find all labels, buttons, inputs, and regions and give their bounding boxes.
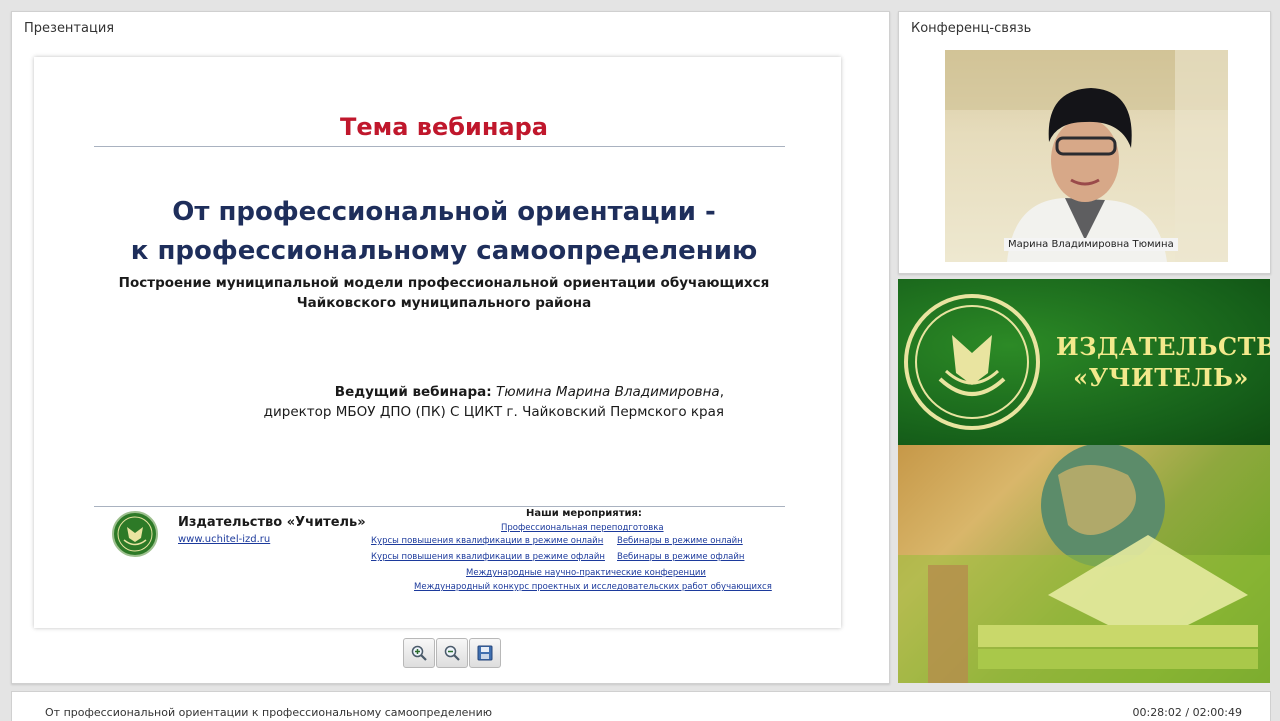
host-label: Ведущий вебинара: <box>334 384 492 400</box>
slide-host: Ведущий вебинара: Тюмина Марина Владимир… <box>263 384 724 420</box>
event-link-webinars-online[interactable]: Вебинары в режиме онлайн <box>617 536 743 546</box>
slide-subtitle: Построение муниципальной модели професси… <box>34 273 854 313</box>
save-button[interactable] <box>469 638 501 668</box>
save-icon <box>477 645 493 661</box>
speaker-name-tag: Марина Владимировна Тюмина <box>1004 238 1178 251</box>
publisher-banner-top: ИЗДАТЕЛЬСТВО «УЧИТЕЛЬ» <box>898 279 1270 445</box>
publisher-name: Издательство «Учитель» <box>178 515 366 530</box>
zoom-in-button[interactable] <box>403 638 435 668</box>
host-position: директор МБОУ ДПО (ПК) С ЦИКТ г. Чайковс… <box>263 404 724 420</box>
events-heading: Наши мероприятия: <box>526 508 642 519</box>
conference-panel-title: Конференц-связь <box>911 21 1032 36</box>
publisher-logo-icon <box>112 511 158 557</box>
event-link-courses-online[interactable]: Курсы повышения квалификации в режиме он… <box>371 536 603 546</box>
host-name: Тюмина Марина Владимировна <box>495 384 720 400</box>
event-link-webinars-offline[interactable]: Вебинары в режиме офлайн <box>617 552 744 562</box>
slide-title-line1: От профессиональной ориентации - <box>172 197 716 227</box>
publisher-banner-photo <box>898 443 1270 683</box>
speaker-video: Марина Владимировна Тюмина <box>945 50 1228 262</box>
zoom-out-icon <box>444 645 460 661</box>
zoom-out-button[interactable] <box>436 638 468 668</box>
publisher-banner-line2: «УЧИТЕЛЬ» <box>1073 363 1249 392</box>
zoom-in-icon <box>411 645 427 661</box>
slide-subtitle-line2: Чайковского муниципального района <box>296 295 592 311</box>
conference-panel: Конференц-связь Марина Владимировна Тюми… <box>898 11 1271 274</box>
status-bar: От профессиональной ориентации к професс… <box>11 691 1271 721</box>
speaker-figure-icon <box>945 50 1228 262</box>
status-webinar-title: От профессиональной ориентации к професс… <box>45 706 493 719</box>
event-link-contest[interactable]: Международный конкурс проектных и исслед… <box>414 582 772 592</box>
slide-title-line2: к профессиональному самоопределению <box>130 236 758 266</box>
event-link-conferences[interactable]: Международные научно-практические конфер… <box>466 568 706 578</box>
presentation-panel-title: Презентация <box>24 21 115 36</box>
slide-divider-top <box>94 146 785 147</box>
presentation-panel: Презентация Тема вебинара От профессиона… <box>11 11 890 684</box>
books-globe-icon <box>898 443 1270 683</box>
presentation-slide: Тема вебинара От профессиональной ориент… <box>34 57 841 628</box>
publisher-site-link[interactable]: www.uchitel-izd.ru <box>178 534 270 545</box>
event-link-courses-offline[interactable]: Курсы повышения квалификации в режиме оф… <box>371 552 605 562</box>
publisher-emblem-icon <box>904 294 1040 430</box>
publisher-banner-text: ИЗДАТЕЛЬСТВО «УЧИТЕЛЬ» <box>1056 331 1270 393</box>
publisher-banner-line1: ИЗДАТЕЛЬСТВО <box>1056 332 1270 361</box>
slide-heading: Тема вебинара <box>339 113 548 141</box>
slide-title: От профессиональной ориентации - к профе… <box>34 193 854 271</box>
publisher-banner: ИЗДАТЕЛЬСТВО «УЧИТЕЛЬ» <box>898 279 1270 683</box>
slide-subtitle-line1: Построение муниципальной модели професси… <box>118 275 770 291</box>
event-link-retraining[interactable]: Профессиональная переподготовка <box>501 523 664 533</box>
slide-divider-bottom <box>94 506 785 507</box>
status-playback-time: 00:28:02 / 02:00:49 <box>1132 706 1242 719</box>
